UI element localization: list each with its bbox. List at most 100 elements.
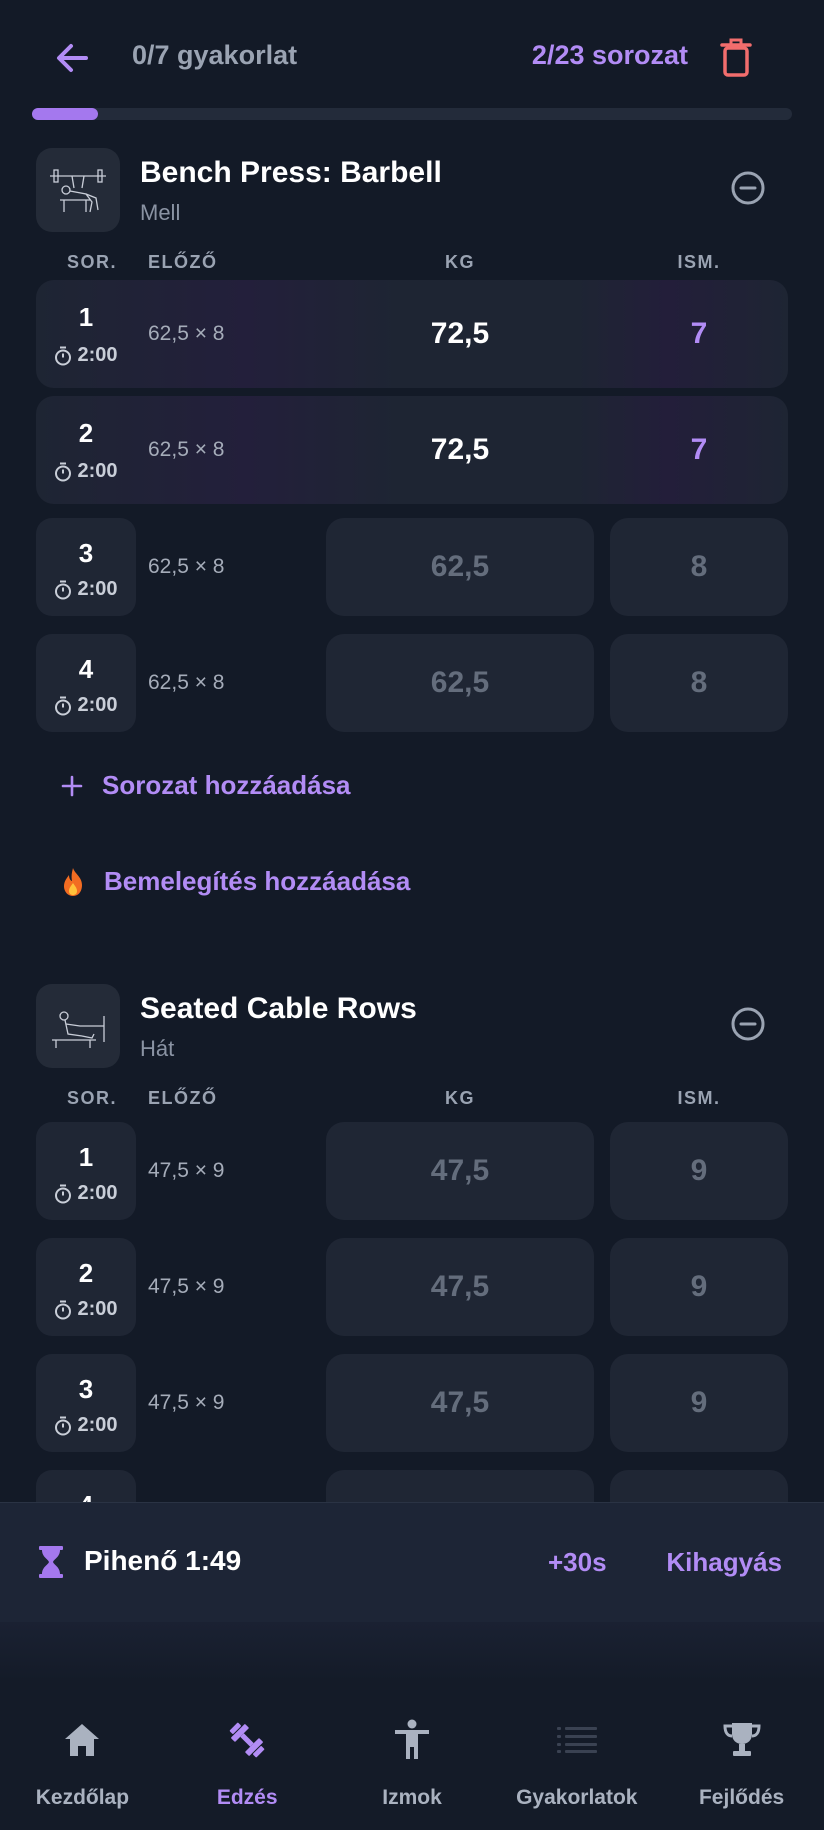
- reps-input[interactable]: 8: [610, 518, 788, 616]
- kg-input[interactable]: 62,5: [326, 518, 594, 616]
- rest-timer: 2:00: [36, 694, 136, 717]
- kg-input[interactable]: 62,5: [326, 634, 594, 732]
- nav-item-home[interactable]: Kezdőlap: [0, 1682, 165, 1830]
- previous-value[interactable]: 62,5 × 8: [148, 671, 224, 695]
- column-header-set: SOR.: [66, 252, 117, 272]
- minus-circle-icon: [731, 1007, 765, 1041]
- add-set-button[interactable]: Sorozat hozzáadása: [60, 770, 351, 801]
- set-number-cell[interactable]: 3 2:00: [36, 518, 136, 616]
- progress-fill: [32, 108, 99, 120]
- rest-timer-value: 2:00: [77, 1182, 118, 1204]
- exercise-thumbnail[interactable]: [36, 984, 120, 1068]
- add-set-label: Sorozat hozzáadása: [102, 770, 351, 800]
- set-row-completed[interactable]: 1 2:00 62,5 × 8 72,5 7: [36, 280, 788, 388]
- stopwatch-icon: [55, 580, 72, 599]
- set-number-cell[interactable]: 3 2:00: [36, 1354, 136, 1452]
- rest-timer: 2:00: [36, 1298, 136, 1321]
- back-button[interactable]: [46, 32, 98, 84]
- column-header-kg: KG: [445, 252, 475, 272]
- set-number: 2: [78, 418, 94, 448]
- nav-label: Fejlődés: [698, 1786, 785, 1809]
- nav-item-exercises[interactable]: Gyakorlatok: [494, 1682, 659, 1830]
- nav-label: Gyakorlatok: [516, 1786, 638, 1809]
- minus-circle-icon: [731, 171, 765, 205]
- reps-input[interactable]: 7: [610, 396, 788, 504]
- nav-item-workout[interactable]: Edzés: [165, 1682, 330, 1830]
- kg-input[interactable]: 47,5: [326, 1238, 594, 1336]
- rest-timer-value: 2:00: [77, 578, 118, 600]
- dumbbell-icon: [225, 1718, 269, 1762]
- rest-timer-value: 2:00: [77, 694, 118, 716]
- previous-value[interactable]: 47,5 × 9: [148, 1159, 224, 1183]
- column-header-reps: ISM.: [677, 1088, 721, 1108]
- exercise-muscle: Hát: [140, 1036, 175, 1061]
- exercise-progress: 0/7 gyakorlat: [132, 40, 298, 70]
- set-progress: 2/23 sorozat: [531, 40, 688, 70]
- set-row-completed[interactable]: 2 2:00 62,5 × 8 72,5 7: [36, 396, 788, 504]
- arrow-left-icon: [57, 44, 88, 72]
- rest-timer: 2:00: [36, 1414, 136, 1437]
- kg-input[interactable]: 47,5: [326, 1354, 594, 1452]
- kg-input[interactable]: 72,5: [326, 396, 594, 504]
- remove-exercise-button[interactable]: [728, 168, 768, 208]
- set-number: 3: [78, 538, 94, 568]
- plus-icon: [61, 775, 83, 796]
- set-row[interactable]: 3 2:00 62,5 × 8 62,5 8: [36, 518, 788, 616]
- set-number-cell[interactable]: 4 2:00: [36, 634, 136, 732]
- nav-fade: [0, 1622, 824, 1682]
- reps-input[interactable]: 8: [610, 634, 788, 732]
- set-row[interactable]: 3 2:00 47,5 × 9 47,5 9: [36, 1354, 788, 1452]
- set-number-cell[interactable]: 1 2:00: [36, 280, 136, 388]
- column-header-reps: ISM.: [677, 252, 721, 272]
- rest-timer-value: 2:00: [77, 460, 118, 482]
- delete-workout-button[interactable]: [716, 34, 756, 82]
- column-header-set: SOR.: [66, 1088, 117, 1108]
- reps-input[interactable]: 7: [610, 280, 788, 388]
- exercise-muscle: Mell: [140, 200, 181, 225]
- previous-value[interactable]: 62,5 × 8: [148, 322, 224, 346]
- add-30s-button[interactable]: +30s: [548, 1547, 607, 1578]
- stopwatch-icon: [55, 346, 72, 365]
- rest-timer-value: 2:00: [77, 1414, 118, 1436]
- set-number-cell[interactable]: 1 2:00: [36, 1122, 136, 1220]
- kg-input[interactable]: 72,5: [326, 280, 594, 388]
- kg-input[interactable]: 47,5: [326, 1122, 594, 1220]
- stopwatch-icon: [55, 1300, 72, 1319]
- set-number: 1: [78, 302, 94, 332]
- set-number-cell[interactable]: 2 2:00: [36, 396, 136, 504]
- reps-input[interactable]: 9: [610, 1354, 788, 1452]
- reps-input[interactable]: 9: [610, 1238, 788, 1336]
- previous-value[interactable]: 62,5 × 8: [148, 555, 224, 579]
- previous-value[interactable]: 62,5 × 8: [148, 438, 224, 462]
- set-row[interactable]: 1 2:00 47,5 × 9 47,5 9: [36, 1122, 788, 1220]
- set-row[interactable]: 4 2:00 62,5 × 8 62,5 8: [36, 634, 788, 732]
- nav-item-progress[interactable]: Fejlődés: [659, 1682, 824, 1830]
- rest-timer: 2:00: [36, 1182, 136, 1205]
- stopwatch-icon: [55, 1416, 72, 1435]
- rest-timer-value: 2:00: [77, 1298, 118, 1320]
- fire-icon: [64, 867, 82, 896]
- body-icon: [390, 1718, 434, 1762]
- set-number: 4: [78, 654, 94, 684]
- skip-rest-button[interactable]: Kihagyás: [666, 1547, 782, 1578]
- trophy-icon: [720, 1718, 764, 1762]
- trash-icon: [720, 38, 752, 77]
- stopwatch-icon: [55, 696, 72, 715]
- previous-value[interactable]: 47,5 × 9: [148, 1275, 224, 1299]
- hourglass-icon: [39, 1546, 63, 1578]
- nav-item-muscles[interactable]: Izmok: [330, 1682, 495, 1830]
- remove-exercise-button[interactable]: [728, 1004, 768, 1044]
- bench-press-figure-icon: [50, 169, 106, 213]
- exercise-name[interactable]: Seated Cable Rows: [140, 992, 417, 1026]
- header: 0/7 gyakorlat 2/23 sorozat: [0, 0, 824, 110]
- reps-input[interactable]: 9: [610, 1122, 788, 1220]
- exercise-name[interactable]: Bench Press: Barbell: [140, 156, 442, 190]
- exercise-thumbnail[interactable]: [36, 148, 120, 232]
- add-warmup-button[interactable]: Bemelegítés hozzáadása: [60, 866, 410, 897]
- set-number-cell[interactable]: 2 2:00: [36, 1238, 136, 1336]
- rest-timer-value: 2:00: [77, 344, 118, 366]
- set-number: 1: [78, 1142, 94, 1172]
- set-number: 2: [78, 1258, 94, 1288]
- set-row[interactable]: 2 2:00 47,5 × 9 47,5 9: [36, 1238, 788, 1336]
- previous-value[interactable]: 47,5 × 9: [148, 1391, 224, 1415]
